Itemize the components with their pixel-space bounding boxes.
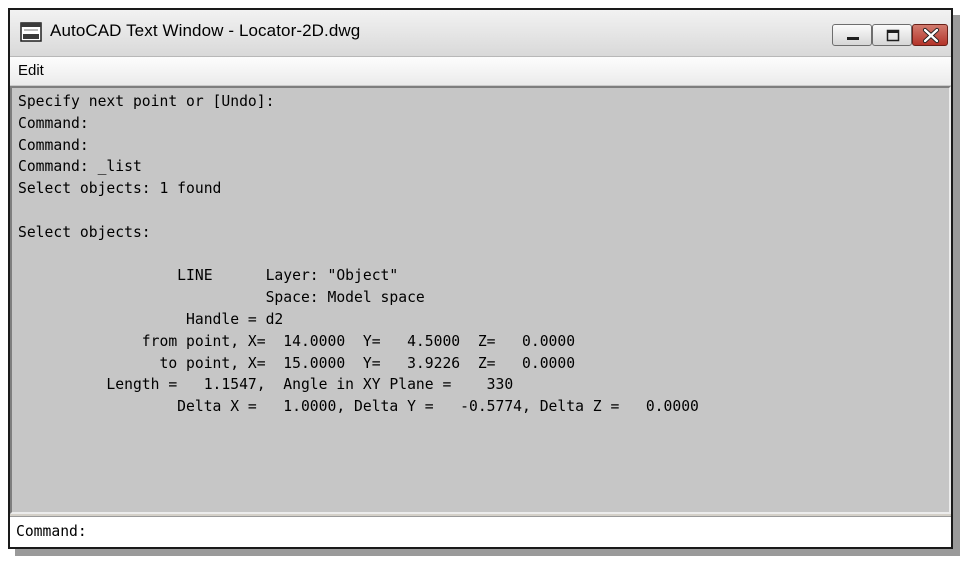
title-bar[interactable]: AutoCAD Text Window - Locator-2D.dwg [10,10,951,57]
minimize-icon [847,37,859,40]
history-line: Specify next point or [Undo]: [18,93,275,110]
close-icon [922,27,940,44]
history-line: from point, X= 14.0000 Y= 4.5000 Z= 0.00… [18,332,576,350]
text-window: AutoCAD Text Window - Locator-2D.dwg Edi… [8,8,953,549]
history-line: Command: [18,136,89,154]
history-line: Select objects: 1 found [18,180,222,198]
history-line: Command: [18,114,89,132]
text-window-icon [20,22,42,42]
history-line: Select objects: [18,223,151,241]
maximize-button[interactable] [872,24,912,46]
history-line: Command: _list [18,158,142,176]
close-button[interactable] [912,24,948,46]
history-line: Space: Model space [18,289,425,307]
history-line: Handle = d2 [18,310,284,328]
history-line: to point, X= 15.0000 Y= 3.9226 Z= 0.0000 [18,354,576,372]
maximize-icon [886,29,900,42]
command-prompt: Command: [16,523,87,540]
command-line[interactable]: Command: [10,516,951,547]
history-line: Length = 1.1547, Angle in XY Plane = 330 [18,376,514,394]
command-history[interactable]: Specify next point or [Undo]: Command: Com… [10,86,951,514]
minimize-button[interactable] [832,24,872,46]
window-title: AutoCAD Text Window - Locator-2D.dwg [50,21,361,40]
menu-edit[interactable]: Edit [18,62,44,79]
history-line [18,200,949,222]
history-line [18,244,949,266]
history-line: Delta X = 1.0000, Delta Y = -0.5774, Del… [18,398,699,416]
menu-bar: Edit [10,57,951,86]
history-line: LINE Layer: "Object" [18,267,399,285]
history-text: Specify next point or [Undo]: Command: Com… [12,88,949,418]
